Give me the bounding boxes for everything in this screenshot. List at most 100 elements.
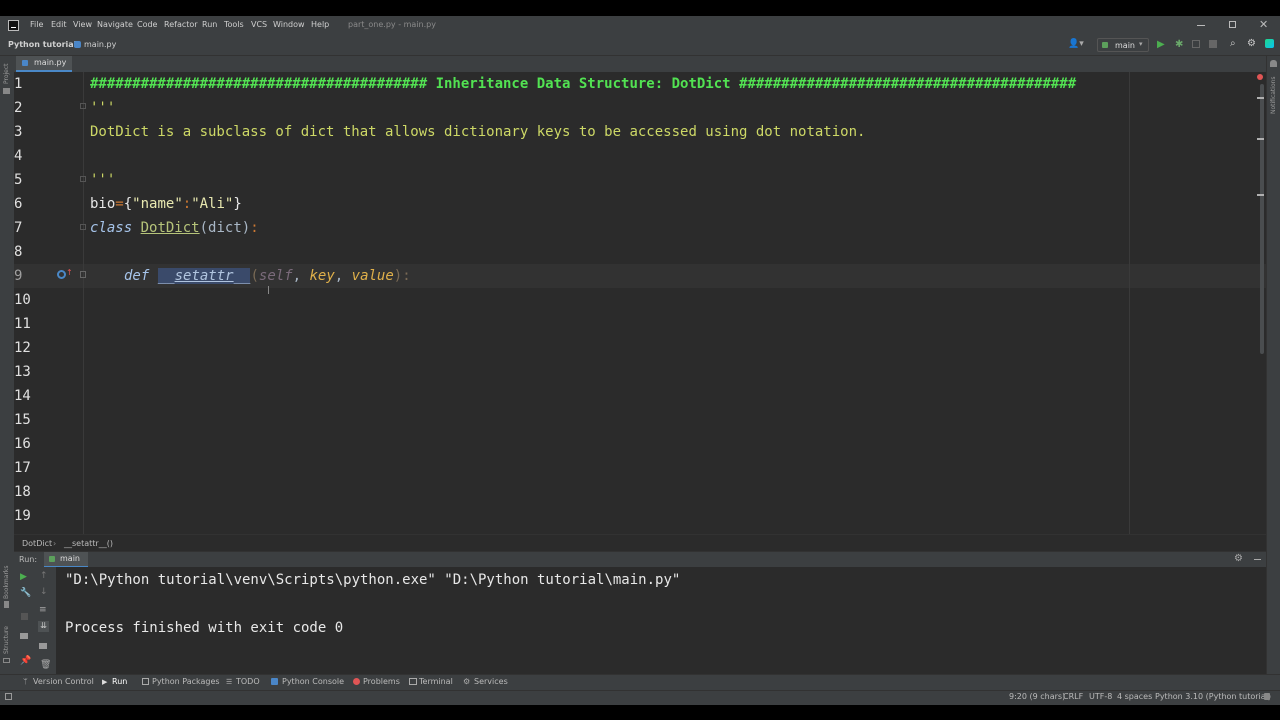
wrench-icon[interactable]: 🔧 (20, 588, 31, 598)
menu-vcs[interactable]: VCS (251, 20, 267, 29)
line-number: 8 (14, 244, 23, 260)
python-file-icon (22, 60, 28, 66)
delete-icon[interactable]: 🗑 (40, 660, 51, 670)
lock-icon[interactable] (1264, 693, 1270, 700)
profile-icon[interactable] (1209, 40, 1217, 48)
print-icon[interactable] (39, 643, 47, 649)
fold-icon[interactable] (80, 103, 86, 109)
menu-run[interactable]: Run (202, 20, 217, 29)
fold-icon[interactable] (80, 176, 86, 182)
run-icon: ▶ (102, 678, 108, 686)
run-tab-main[interactable]: main (44, 552, 88, 568)
tool-python-packages[interactable]: Python Packages (152, 677, 220, 686)
variable-name: bio (90, 196, 116, 212)
dunder-prefix: __ (157, 268, 175, 284)
stop-icon[interactable] (21, 613, 28, 620)
run-toolbar: ▶ ↑ 🔧 ↓ ≡ ⇊ 📌 🗑 (14, 567, 57, 674)
notification-bell-icon[interactable] (1270, 60, 1277, 67)
close-icon[interactable]: ✕ (1259, 18, 1268, 31)
project-crumb[interactable]: Python tutorial (8, 40, 76, 49)
paren-open: ( (250, 268, 259, 284)
pin-icon[interactable]: 📌 (20, 656, 31, 666)
caret-position[interactable]: 9:20 (9 chars) (1009, 692, 1065, 701)
user-icon[interactable]: 👤▾ (1068, 39, 1084, 49)
fold-icon[interactable] (80, 271, 86, 278)
bookmarks-tool-label[interactable]: Bookmarks (3, 565, 10, 599)
tool-todo[interactable]: TODO (236, 677, 260, 686)
navigation-bar: Python tutorial main.py 👤▾ main ▾ ▶ ✱ ⌕ … (0, 36, 1280, 56)
python-console-icon (271, 678, 278, 685)
menu-window[interactable]: Window (273, 20, 305, 29)
stripe-marker (1257, 138, 1264, 140)
base-class: (dict) (199, 220, 251, 236)
project-tool-label[interactable]: Project (3, 63, 10, 84)
run-label: Run: (19, 555, 38, 564)
breadcrumb-method[interactable]: __setattr__() (64, 539, 113, 548)
tool-python-console[interactable]: Python Console (282, 677, 344, 686)
indent-setting[interactable]: 4 spaces (1117, 692, 1152, 701)
error-stripe-icon (1257, 74, 1263, 80)
editor-scrollbar-thumb[interactable] (1260, 84, 1264, 354)
tab-main-py[interactable]: main.py (16, 56, 72, 72)
menu-navigate[interactable]: Navigate (97, 20, 133, 29)
hide-panel-icon[interactable] (1254, 559, 1261, 560)
brace-close: } (233, 196, 242, 212)
override-method-icon[interactable] (57, 270, 66, 279)
menu-file[interactable]: File (30, 20, 43, 29)
minimize-icon[interactable] (1197, 25, 1205, 26)
code-line-9: def __setattr__(self, key, value): (124, 264, 411, 288)
layout-icon[interactable] (20, 633, 28, 639)
settings-gear-icon[interactable]: ⚙ (1247, 38, 1256, 49)
python-interpreter[interactable]: Python 3.10 (Python tutorial) (1155, 692, 1271, 701)
line-separator[interactable]: CRLF (1063, 692, 1083, 701)
tool-services[interactable]: Services (474, 677, 508, 686)
run-config-selector[interactable]: main ▾ (1097, 38, 1149, 52)
tool-version-control[interactable]: Version Control (33, 677, 94, 686)
coverage-icon[interactable] (1192, 40, 1200, 48)
todo-icon: ☰ (226, 678, 233, 686)
scroll-down-icon[interactable]: ↓ (40, 587, 48, 597)
menu-help[interactable]: Help (311, 20, 329, 29)
assign-operator: = (115, 196, 124, 212)
colon: : (250, 220, 259, 236)
file-crumb[interactable]: main.py (84, 40, 116, 49)
tool-run[interactable]: Run (112, 677, 127, 686)
vcs-icon: ᛘ (23, 677, 28, 686)
rerun-icon[interactable]: ▶ (20, 572, 27, 582)
menu-tools[interactable]: Tools (224, 20, 244, 29)
notifications-tool-label[interactable]: Notifications (1270, 76, 1277, 114)
line-number: 7 (14, 220, 23, 236)
debug-icon[interactable]: ✱ (1175, 39, 1183, 50)
scroll-to-end-icon[interactable]: ⇊ (38, 621, 49, 632)
fold-icon[interactable] (80, 224, 86, 230)
restore-icon[interactable] (1229, 21, 1236, 28)
run-icon[interactable]: ▶ (1157, 39, 1165, 50)
settings-gear-icon[interactable]: ⚙ (1234, 553, 1243, 564)
scroll-up-icon[interactable]: ↑ (40, 571, 48, 581)
line-number: 2 (14, 100, 23, 116)
bookmark-icon[interactable] (4, 601, 9, 608)
self-param: self (258, 268, 293, 284)
pycharm-logo-icon (8, 20, 19, 31)
status-icon[interactable] (5, 693, 12, 700)
soft-wrap-icon[interactable]: ≡ (39, 605, 47, 615)
menu-edit[interactable]: Edit (51, 20, 67, 29)
method-name: setattr (174, 268, 234, 284)
folder-icon[interactable] (3, 88, 10, 94)
file-encoding[interactable]: UTF-8 (1089, 692, 1112, 701)
menu-view[interactable]: View (73, 20, 92, 29)
right-margin-guide (1129, 72, 1130, 534)
comma: , (292, 268, 310, 284)
jetbrains-logo-icon[interactable] (1265, 39, 1274, 48)
menu-refactor[interactable]: Refactor (164, 20, 198, 29)
structure-tool-label[interactable]: Structure (3, 626, 10, 654)
structure-icon[interactable] (3, 658, 10, 663)
breadcrumb-class[interactable]: DotDict (22, 539, 52, 548)
tool-terminal[interactable]: Terminal (419, 677, 453, 686)
tool-problems[interactable]: Problems (363, 677, 400, 686)
line-number: 3 (14, 124, 23, 140)
menu-code[interactable]: Code (137, 20, 157, 29)
key-param: key (309, 268, 335, 284)
text-cursor (268, 286, 269, 294)
search-icon[interactable]: ⌕ (1230, 38, 1236, 49)
